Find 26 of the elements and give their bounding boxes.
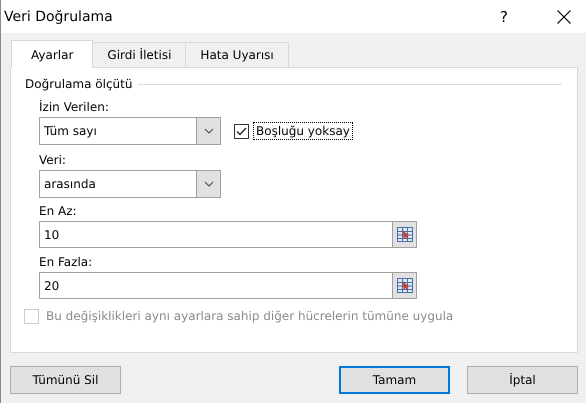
input-field[interactable]: 20 <box>39 272 392 299</box>
group-title: Doğrulama ölçütü <box>25 77 132 91</box>
chevron-down-icon <box>204 181 214 187</box>
dialog-button[interactable]: Tümünü Sil <box>10 366 121 394</box>
close-icon[interactable] <box>557 10 571 24</box>
field-label: Veri: <box>39 152 67 167</box>
dialog-button[interactable]: Tamam <box>339 366 450 394</box>
range-select-button[interactable] <box>392 221 417 248</box>
field-label: En Az: <box>39 203 78 218</box>
grid-arrow-icon <box>396 278 412 293</box>
field-label: İzin Verilen: <box>39 99 110 114</box>
help-button[interactable]: ? <box>481 8 527 26</box>
chevron-down-icon <box>204 128 214 134</box>
grid-arrow-icon <box>396 227 412 242</box>
dropdown[interactable]: arasında <box>39 170 221 198</box>
input-field[interactable]: 10 <box>39 221 392 248</box>
window-title: Veri Doğrulama <box>4 8 114 24</box>
field-label: En Fazla: <box>39 254 94 269</box>
dialog-button[interactable]: İptal <box>467 366 578 394</box>
checkbox-label: Boşluğu yoksay <box>253 122 353 140</box>
dropdown[interactable]: Tüm sayı <box>39 117 221 145</box>
checkbox-label: Bu değişiklikleri aynı ayarlara sahip diğer hücrelerin tümüne uygula <box>45 308 454 325</box>
tab[interactable]: Ayarlar <box>11 40 94 68</box>
range-select-button[interactable] <box>392 272 417 299</box>
tab[interactable]: Hata Uyarısı <box>185 42 289 67</box>
checkbox[interactable] <box>234 124 249 138</box>
